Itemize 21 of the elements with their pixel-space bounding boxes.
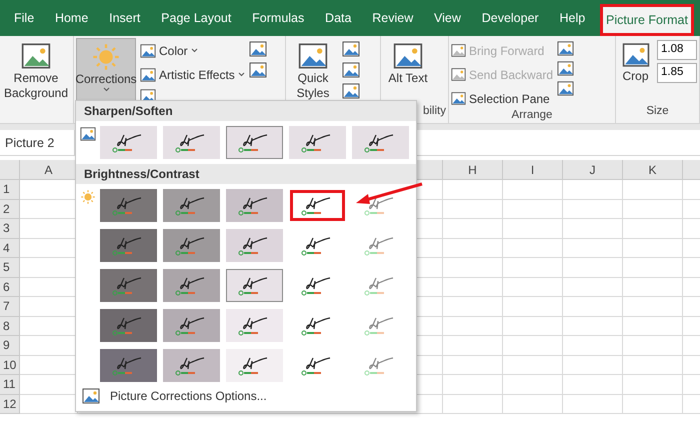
column-header: K	[623, 160, 683, 180]
row-header: 4	[0, 238, 20, 258]
row-header: 5	[0, 258, 20, 278]
row-header: 7	[0, 297, 20, 316]
row-header: 12	[0, 394, 20, 414]
group-label: Arrange	[512, 109, 552, 123]
row-header: 8	[0, 316, 20, 336]
group-label: Size	[646, 105, 669, 119]
row-header: 1	[0, 180, 20, 200]
column-header: J	[563, 160, 623, 180]
section-header: Sharpen/Soften	[76, 101, 416, 121]
group-label: bility	[422, 105, 446, 119]
row-header: 11	[0, 375, 20, 394]
row-header: 10	[0, 356, 20, 375]
row-header: 3	[0, 219, 20, 238]
row-header: 2	[0, 200, 20, 219]
row-header: 9	[0, 336, 20, 356]
column-header: I	[503, 160, 563, 180]
section-header: Brightness/Contrast	[76, 164, 416, 184]
row-header: 6	[0, 278, 20, 297]
column-header: H	[443, 160, 503, 180]
